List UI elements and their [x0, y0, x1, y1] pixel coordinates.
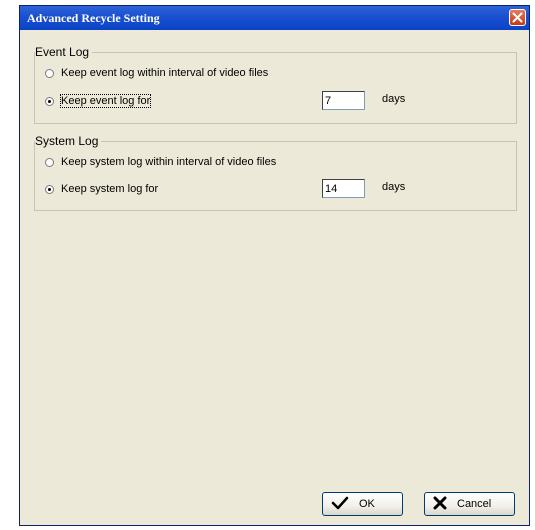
system-log-group-title: System Log: [35, 134, 102, 148]
system-log-days-unit: days: [382, 181, 406, 193]
system-log-interval-label: Keep system log within interval of video…: [61, 156, 277, 168]
close-icon: [512, 12, 523, 23]
event-log-days-label: Keep event log for: [59, 94, 152, 108]
window-title: Advanced Recycle Setting: [27, 11, 160, 25]
system-log-interval-radio[interactable]: [45, 157, 54, 167]
system-log-days-label: Keep system log for: [61, 183, 159, 195]
ok-button[interactable]: OK: [322, 492, 403, 516]
event-log-group-title: Event Log: [35, 45, 93, 59]
system-log-days-input[interactable]: 14: [322, 179, 365, 198]
system-log-group: System Log Keep system log within interv…: [34, 134, 517, 211]
event-log-days-option[interactable]: Keep event log for: [45, 93, 152, 109]
event-log-days-radio[interactable]: [45, 96, 54, 106]
event-log-interval-radio[interactable]: [45, 68, 54, 78]
event-log-group: Event Log Keep event log within interval…: [34, 45, 517, 124]
event-log-interval-option[interactable]: Keep event log within interval of video …: [45, 65, 268, 81]
system-log-days-radio[interactable]: [45, 184, 54, 194]
close-button[interactable]: [509, 9, 526, 26]
x-icon: [433, 496, 447, 513]
system-log-interval-option[interactable]: Keep system log within interval of video…: [45, 154, 276, 170]
cancel-button-label: Cancel: [457, 498, 492, 510]
event-log-days-input[interactable]: 7: [322, 91, 365, 110]
title-bar[interactable]: Advanced Recycle Setting: [20, 6, 529, 30]
ok-button-label: OK: [359, 498, 375, 510]
event-log-interval-label: Keep event log within interval of video …: [61, 67, 269, 79]
cancel-button[interactable]: Cancel: [424, 492, 515, 516]
system-log-days-option[interactable]: Keep system log for: [45, 181, 158, 197]
advanced-recycle-setting-dialog: Advanced Recycle Setting Event Log Keep …: [19, 5, 530, 526]
event-log-days-unit: days: [382, 93, 406, 105]
checkmark-icon: [331, 496, 349, 513]
